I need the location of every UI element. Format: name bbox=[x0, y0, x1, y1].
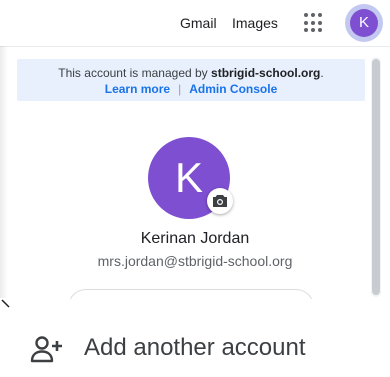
apps-grid-icon[interactable] bbox=[304, 13, 324, 33]
account-email: mrs.jordan@stbrigid-school.org bbox=[97, 253, 293, 269]
manage-account-button[interactable] bbox=[68, 289, 314, 299]
admin-console-link[interactable]: Admin Console bbox=[189, 82, 277, 96]
gmail-link[interactable]: Gmail bbox=[180, 15, 217, 31]
add-account-label: Add another account bbox=[84, 334, 306, 361]
panel-shadow bbox=[0, 46, 8, 298]
add-account-button[interactable]: Add another account bbox=[0, 330, 390, 370]
cursor-icon bbox=[1, 299, 10, 308]
managed-notice: This account is managed by stbrigid-scho… bbox=[58, 66, 324, 80]
add-person-icon bbox=[30, 336, 62, 363]
images-link[interactable]: Images bbox=[232, 15, 278, 31]
managed-account-banner: This account is managed by stbrigid-scho… bbox=[17, 59, 365, 101]
account-panel: This account is managed by stbrigid-scho… bbox=[0, 46, 390, 299]
account-avatar-button[interactable]: K bbox=[345, 4, 383, 42]
change-photo-button[interactable] bbox=[207, 188, 233, 214]
top-bar: Gmail Images K bbox=[0, 0, 390, 46]
link-separator: | bbox=[178, 82, 182, 96]
learn-more-link[interactable]: Learn more bbox=[105, 82, 170, 96]
camera-icon bbox=[213, 195, 227, 207]
avatar-letter: K bbox=[350, 9, 378, 37]
managed-domain: stbrigid-school.org bbox=[211, 66, 321, 80]
account-name: Kerinan Jordan bbox=[140, 230, 250, 247]
